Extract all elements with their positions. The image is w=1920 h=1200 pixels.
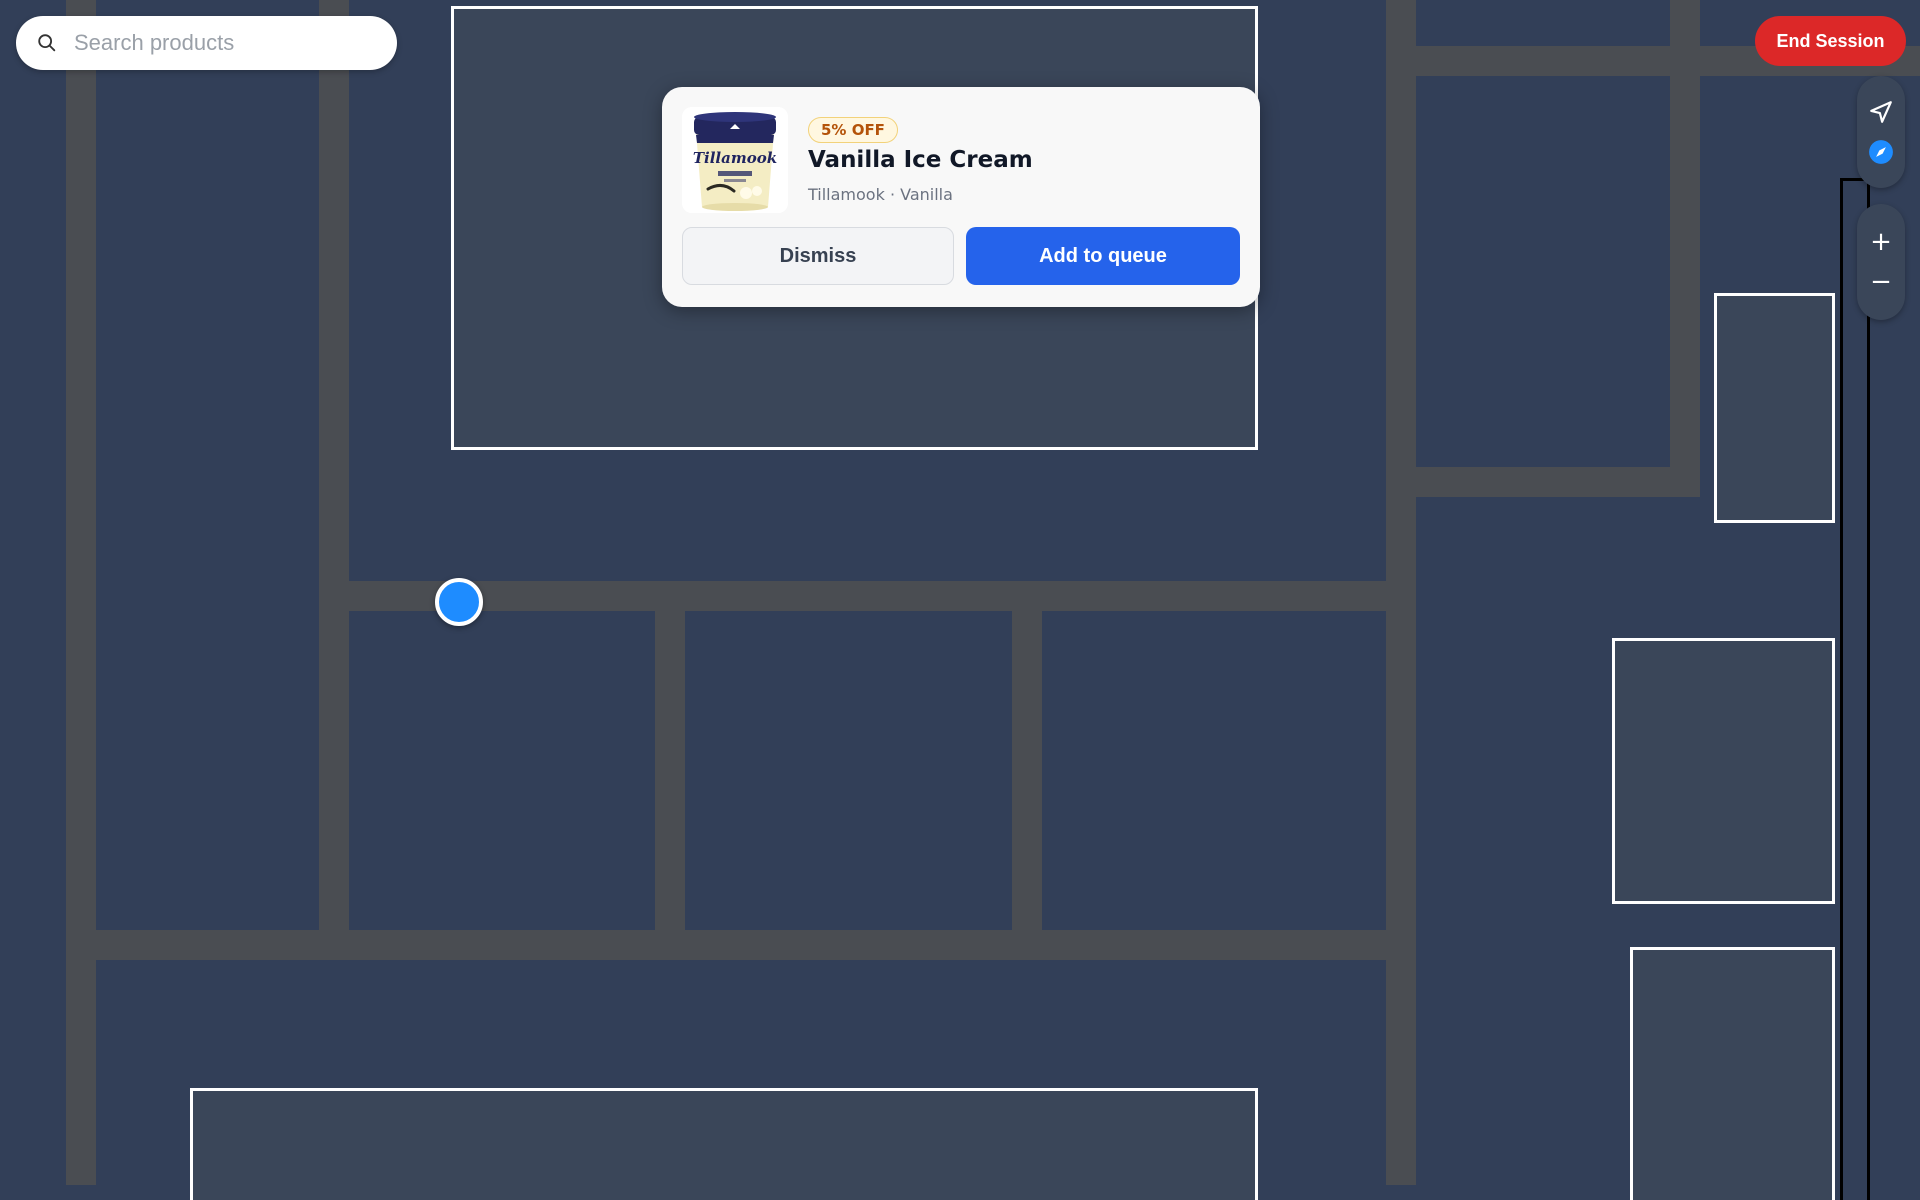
end-session-button[interactable]: End Session bbox=[1755, 16, 1906, 66]
product-image: Tillamook bbox=[682, 107, 788, 213]
product-card: Tillamook 5% OFF Vanilla Ice Cream Tilla… bbox=[662, 87, 1260, 307]
aisle bbox=[66, 0, 96, 1185]
product-subtitle: Tillamook · Vanilla bbox=[808, 185, 953, 204]
aisle bbox=[96, 930, 1386, 960]
aisle bbox=[319, 0, 349, 930]
navigation-arrow-icon[interactable] bbox=[1857, 92, 1905, 132]
aisle bbox=[655, 611, 685, 930]
dismiss-button[interactable]: Dismiss bbox=[682, 227, 954, 285]
aisle bbox=[1670, 0, 1700, 496]
add-to-queue-button[interactable]: Add to queue bbox=[966, 227, 1240, 285]
search-icon bbox=[38, 34, 56, 52]
search-bar[interactable] bbox=[16, 16, 397, 70]
store-zone[interactable] bbox=[1630, 947, 1835, 1200]
aisle bbox=[1416, 467, 1700, 497]
wall-outline bbox=[1840, 178, 1870, 1200]
compass-icon[interactable] bbox=[1857, 132, 1905, 172]
store-zone[interactable] bbox=[1612, 638, 1835, 904]
discount-badge: 5% OFF bbox=[808, 117, 898, 143]
aisle bbox=[349, 581, 1386, 611]
location-controls bbox=[1857, 76, 1905, 188]
product-name: Vanilla Ice Cream bbox=[808, 147, 1033, 173]
store-zone[interactable] bbox=[190, 1088, 1258, 1200]
aisle bbox=[1386, 0, 1416, 1185]
zoom-in-button[interactable]: + bbox=[1857, 222, 1905, 262]
store-zone[interactable] bbox=[1714, 293, 1835, 523]
product-brand-wordmark: Tillamook bbox=[693, 149, 777, 167]
user-location-marker bbox=[435, 578, 483, 626]
search-input[interactable] bbox=[72, 29, 376, 57]
zoom-out-button[interactable]: − bbox=[1857, 262, 1905, 302]
zoom-controls: + − bbox=[1857, 204, 1905, 320]
aisle bbox=[1012, 611, 1042, 930]
